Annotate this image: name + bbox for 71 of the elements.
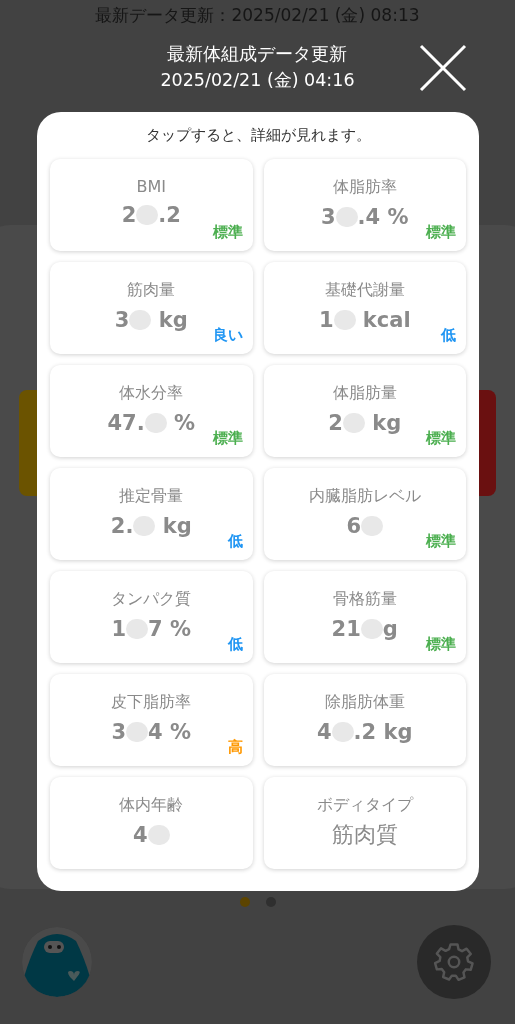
update-date: 2025/02/21 (金) 04:16 <box>160 69 355 91</box>
metric-card[interactable]: 体脂肪量 2 kg 標準 <box>263 365 466 457</box>
rating-label: 標準 <box>426 429 456 448</box>
metric-value: 2. <box>110 514 134 538</box>
metric-card[interactable]: 除脂肪体重 4 .2 kg <box>263 674 466 766</box>
metric-label: 体脂肪率 <box>332 177 397 198</box>
metric-label: タンパク質 <box>111 589 192 610</box>
metric-value: % <box>172 411 196 435</box>
metric-card[interactable]: タンパク質 1 7 % 低 <box>50 571 253 663</box>
dialog-title: 最新体組成データ更新 <box>167 43 348 65</box>
metric-value: 21 <box>331 617 361 641</box>
metric-card[interactable]: 推定骨量 2. kg 低 <box>50 468 253 560</box>
metric-value: 3 <box>111 720 127 744</box>
metric-card[interactable]: 筋肉量 3 kg 良い <box>50 262 253 354</box>
metric-card[interactable]: 体脂肪率 3 .4 % 標準 <box>263 159 466 251</box>
gear-icon <box>433 941 475 983</box>
metric-card[interactable]: 内臓脂肪レベル 6 標準 <box>263 468 466 560</box>
metric-value: 47. <box>107 411 145 435</box>
rating-label: 良い <box>212 326 243 345</box>
metric-card[interactable]: 基礎代謝量 1 kcal 低 <box>263 262 466 354</box>
metric-card[interactable]: 皮下脂肪率 3 4 % 高 <box>50 674 253 766</box>
metric-card[interactable]: 体水分率 47. % 標準 <box>50 365 253 457</box>
metric-card[interactable]: 体内年齢 4 <box>50 777 253 869</box>
rating-label: 標準 <box>212 223 243 242</box>
avatar-icon[interactable] <box>22 927 92 997</box>
metric-label: 推定骨量 <box>119 486 184 507</box>
metric-value: kg <box>161 514 192 538</box>
metric-label: 筋肉量 <box>127 280 176 301</box>
metric-label: 皮下脂肪率 <box>111 692 192 713</box>
metric-value: .2 <box>158 203 181 227</box>
metric-value: 3 <box>320 205 336 229</box>
rating-label: 標準 <box>426 223 456 242</box>
metric-value: g <box>382 617 398 641</box>
page-dot[interactable] <box>239 897 250 907</box>
metric-card[interactable]: ボディタイプ 筋肉質 <box>263 777 466 869</box>
hint-text: タップすると、詳細が見れます。 <box>144 126 372 145</box>
metric-label: 基礎代謝量 <box>324 280 405 301</box>
metric-value: kg <box>157 308 188 332</box>
rating-label: 標準 <box>212 429 243 448</box>
metric-value: .2 kg <box>353 720 413 744</box>
metric-value: 2 <box>328 411 343 435</box>
metric-value: 4 <box>132 823 148 847</box>
metric-label: BMI <box>136 177 166 196</box>
rating-label: 低 <box>227 635 243 654</box>
metric-value: 筋肉質 <box>331 821 398 849</box>
metric-value: 4 <box>317 720 332 744</box>
metric-value: 4 % <box>148 720 192 744</box>
close-button[interactable] <box>419 44 467 92</box>
metric-label: 内臓脂肪レベル <box>308 486 421 507</box>
metric-label: ボディタイプ <box>316 795 413 816</box>
metric-label: 除脂肪体重 <box>324 692 405 713</box>
metric-card[interactable]: 骨格筋量 21 g 標準 <box>263 571 466 663</box>
metric-value: 1 <box>111 617 127 641</box>
metric-label: 体内年齢 <box>119 795 184 816</box>
rating-label: 低 <box>441 326 456 345</box>
metric-value: .4 % <box>357 205 409 229</box>
rating-label: 低 <box>227 532 243 551</box>
metric-value: kg <box>371 411 402 435</box>
rating-label: 標準 <box>426 635 456 654</box>
metric-value: 2 <box>121 203 137 227</box>
metric-value: kcal <box>361 308 411 332</box>
metric-card[interactable]: BMI 2 .2 標準 <box>50 159 253 251</box>
metric-value: 1 <box>318 308 334 332</box>
metric-value: 3 <box>114 308 130 332</box>
metric-label: 体水分率 <box>119 383 184 404</box>
metric-label: 体脂肪量 <box>332 383 397 404</box>
metric-value: 7 % <box>148 617 192 641</box>
rating-label: 標準 <box>426 532 456 551</box>
metric-value: 6 <box>346 514 362 538</box>
metric-label: 骨格筋量 <box>332 589 397 610</box>
rating-label: 高 <box>227 738 243 757</box>
